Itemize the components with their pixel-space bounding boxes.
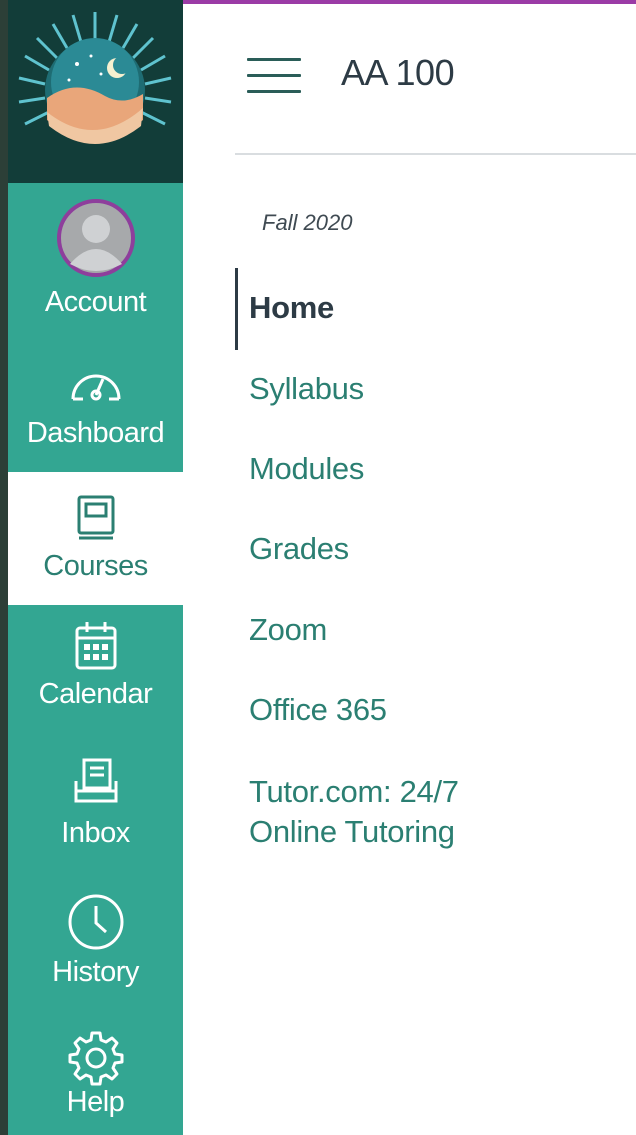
course-nav-modules[interactable]: Modules (249, 449, 364, 489)
course-title[interactable]: AA 100 (341, 52, 455, 94)
hamburger-icon (247, 58, 301, 61)
help-gear-icon (68, 1031, 123, 1086)
nav-account[interactable]: Account (8, 198, 183, 328)
nav-inbox[interactable]: Inbox (8, 757, 183, 857)
course-nav-syllabus[interactable]: Syllabus (249, 369, 364, 409)
hamburger-icon (247, 90, 301, 93)
nav-dashboard-label: Dashboard (26, 417, 165, 449)
course-nav-grades[interactable]: Grades (249, 529, 349, 569)
course-nav-zoom[interactable]: Zoom (249, 610, 327, 650)
nav-calendar-label: Calendar (38, 678, 153, 710)
active-indicator (235, 268, 238, 350)
inbox-icon (74, 758, 117, 803)
nav-dashboard[interactable]: Dashboard (8, 365, 183, 465)
course-term: Fall 2020 (262, 210, 353, 235)
nav-history-label: History (52, 956, 139, 988)
menu-toggle-button[interactable] (247, 56, 301, 96)
global-navigation: Account Dashboard Courses Calendar Inbox… (8, 0, 183, 1135)
nav-account-label: Account (44, 286, 147, 318)
nav-calendar[interactable]: Calendar (8, 620, 183, 720)
course-nav-office-365[interactable]: Office 365 (249, 690, 387, 730)
nav-help[interactable]: Help (8, 1030, 183, 1135)
nav-courses-label: Courses (43, 550, 148, 582)
header-divider (235, 153, 636, 155)
course-nav-home[interactable]: Home (249, 288, 334, 328)
course-page: AA 100 Fall 2020 Home Syllabus Modules G… (183, 0, 636, 1135)
window-edge (0, 0, 8, 1135)
nav-history[interactable]: History (8, 892, 183, 992)
courses-book-icon (77, 495, 114, 540)
calendar-icon (75, 622, 116, 670)
account-avatar (56, 199, 135, 277)
institution-logo[interactable] (8, 0, 183, 183)
hamburger-icon (247, 74, 301, 77)
nav-courses[interactable]: Courses (8, 472, 183, 605)
top-accent-line (183, 0, 636, 4)
nav-help-label: Help (66, 1086, 125, 1118)
dashboard-gauge-icon (71, 374, 120, 401)
history-clock-icon (68, 894, 123, 950)
course-nav-tutor[interactable]: Tutor.com: 24/7 Online Tutoring (249, 772, 509, 852)
nav-inbox-label: Inbox (61, 817, 130, 849)
